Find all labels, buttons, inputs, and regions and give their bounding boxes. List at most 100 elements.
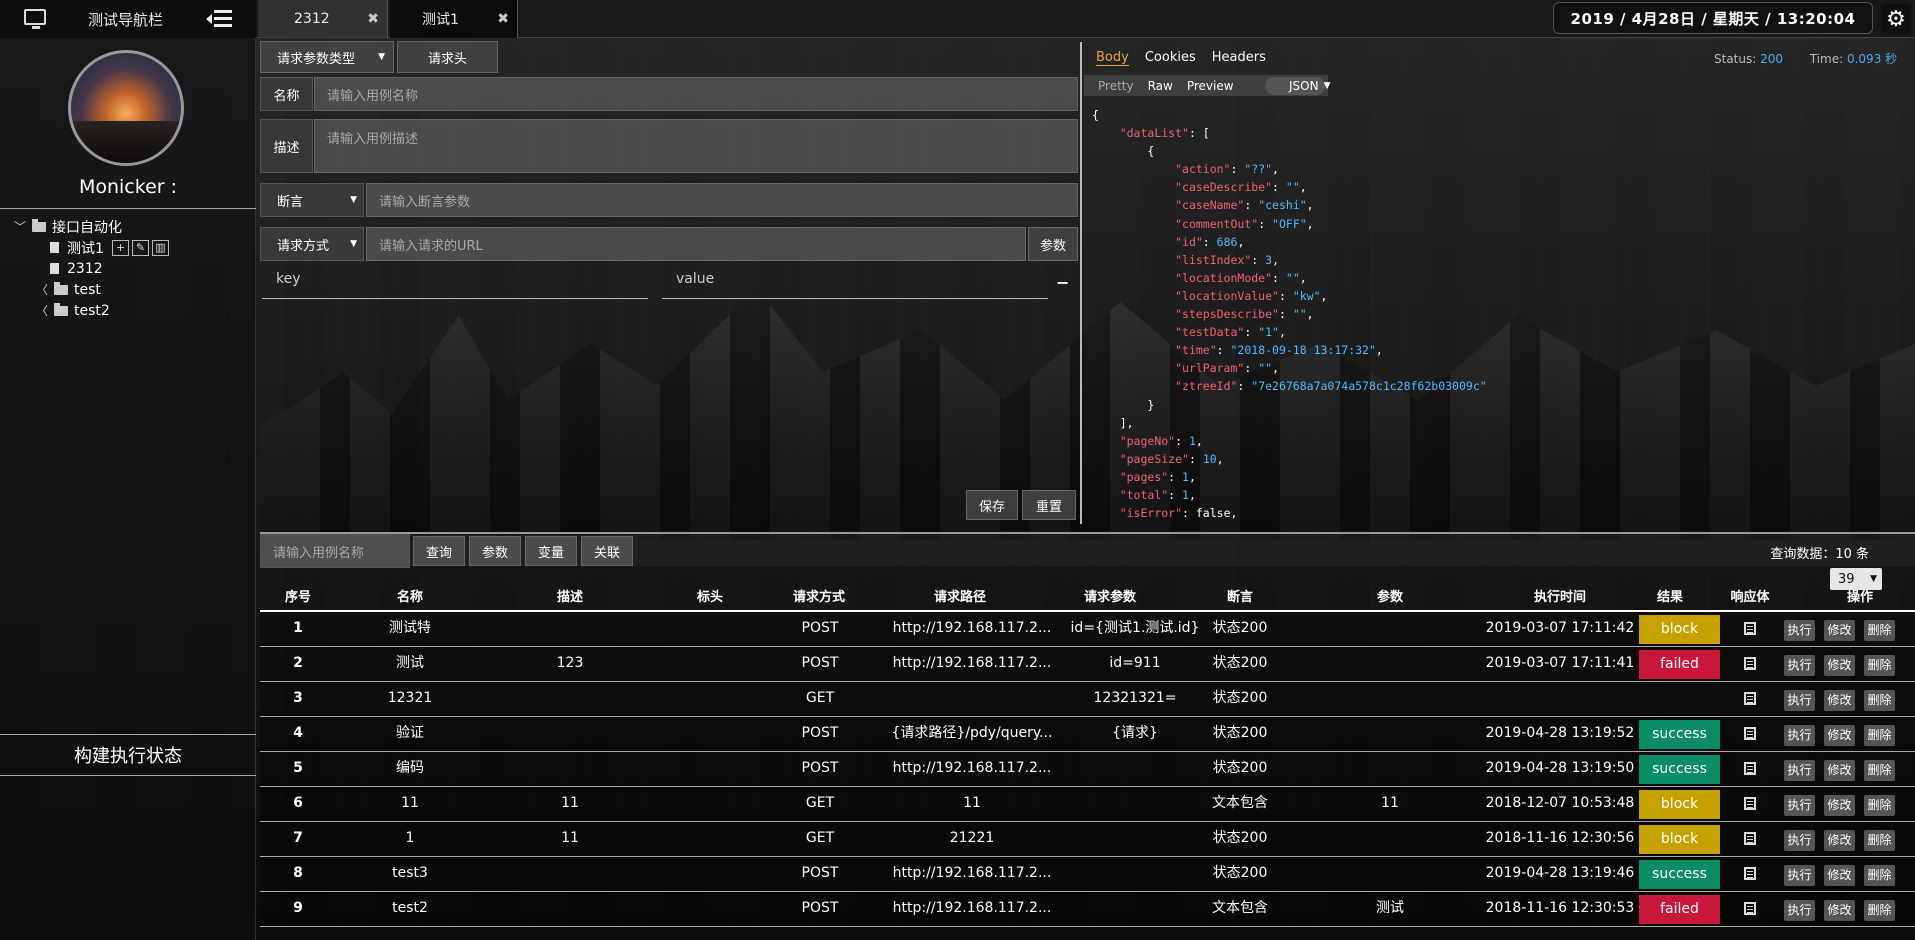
url-field[interactable]: 请输入请求的URL (366, 227, 1026, 261)
case-search-input[interactable]: 请输入用例名称 (260, 534, 410, 568)
remove-param-button[interactable]: − (1056, 273, 1069, 292)
relations-button[interactable]: 关联 (581, 536, 633, 566)
variables-button[interactable]: 变量 (525, 536, 577, 566)
tree-item-test[interactable]: 〈 test (14, 279, 254, 300)
table-row[interactable]: 3 12321 GET 12321321= 状态200 执行 修改 删除 (260, 682, 1915, 717)
gear-icon[interactable]: ⚙ (1881, 4, 1911, 34)
run-button[interactable]: 执行 (1784, 655, 1815, 676)
document-icon[interactable] (1744, 761, 1756, 775)
params-button[interactable]: 参数 (1028, 227, 1078, 261)
table-row[interactable]: 1 测试特 POST http://192.168.117.2... id={测试1.测… (260, 612, 1915, 647)
run-button[interactable]: 执行 (1784, 760, 1815, 781)
table-row[interactable]: 6 11 11 GET 11 文本包含 11 2018-12-07 10:53:48 block… (260, 787, 1915, 822)
header-button[interactable]: 请求头 (397, 41, 498, 73)
view-raw[interactable]: Raw (1148, 79, 1173, 93)
param-type-select[interactable]: 请求参数类型 ▼ (260, 41, 394, 73)
edit-button[interactable]: 修改 (1824, 725, 1855, 746)
response-body-cell[interactable] (1738, 682, 1762, 715)
chevron-left-icon[interactable]: 〈 (36, 302, 50, 319)
run-button[interactable]: 执行 (1784, 620, 1815, 641)
delete-button[interactable]: 删除 (1864, 830, 1895, 851)
save-button[interactable]: 保存 (966, 490, 1018, 520)
delete-button[interactable]: 删除 (1864, 620, 1895, 641)
run-button[interactable]: 执行 (1784, 830, 1815, 851)
edit-button[interactable]: 修改 (1824, 655, 1855, 676)
table-row[interactable]: 2 测试 123 POST http://192.168.117.2... id=911 状… (260, 647, 1915, 682)
view-preview[interactable]: Preview (1187, 79, 1234, 93)
edit-button[interactable]: 修改 (1824, 900, 1855, 921)
table-row[interactable]: 9 test2 POST http://192.168.117.2... 文本包含 测试 2… (260, 892, 1915, 927)
tab-cookies[interactable]: Cookies (1145, 50, 1196, 66)
response-body-cell[interactable] (1738, 892, 1762, 925)
document-icon[interactable] (1744, 901, 1756, 915)
edit-button[interactable]: 修改 (1824, 865, 1855, 886)
delete-icon[interactable]: ▥ (151, 239, 169, 256)
document-icon[interactable] (1744, 691, 1756, 705)
table-row[interactable]: 7 1 11 GET 21221 状态200 2018-11-16 12:30:56 bloc… (260, 822, 1915, 857)
add-icon[interactable]: + (111, 239, 129, 256)
delete-button[interactable]: 删除 (1864, 760, 1895, 781)
assert-field[interactable]: 请输入断言参数 (366, 183, 1078, 217)
collapse-menu-icon[interactable] (206, 7, 234, 31)
delete-button[interactable]: 删除 (1864, 865, 1895, 886)
chevron-left-icon[interactable]: 〈 (36, 281, 50, 298)
assert-select[interactable]: 断言 ▼ (260, 183, 364, 217)
tree-item-test2[interactable]: 〈 test2 (14, 300, 254, 321)
document-icon[interactable] (1744, 621, 1756, 635)
tree-item-api-automation[interactable]: ﹀ 接口自动化 (14, 216, 254, 237)
table-row[interactable]: 8 test3 POST http://192.168.117.2... 状态200 20… (260, 857, 1915, 892)
run-button[interactable]: 执行 (1784, 795, 1815, 816)
edit-button[interactable]: 修改 (1824, 690, 1855, 711)
response-body-cell[interactable] (1738, 717, 1762, 750)
response-body-cell[interactable] (1738, 647, 1762, 680)
edit-button[interactable]: 修改 (1824, 760, 1855, 781)
run-button[interactable]: 执行 (1784, 900, 1815, 921)
view-pretty[interactable]: Pretty (1098, 79, 1134, 93)
run-button[interactable]: 执行 (1784, 690, 1815, 711)
reset-button[interactable]: 重置 (1022, 490, 1076, 520)
path-cell: 11 (963, 795, 981, 811)
delete-button[interactable]: 删除 (1864, 655, 1895, 676)
edit-button[interactable]: 修改 (1824, 830, 1855, 851)
table-row[interactable]: 4 验证 POST {请求路径}/pdy/query... {请求} 状态200 2019-… (260, 717, 1915, 752)
response-body-cell[interactable] (1738, 787, 1762, 820)
edit-icon[interactable]: ✎ (131, 239, 149, 256)
tab-headers[interactable]: Headers (1212, 50, 1266, 66)
method-cell: POST (801, 620, 839, 636)
table-row[interactable]: 5 编码 POST http://192.168.117.2... 状态200 2019-… (260, 752, 1915, 787)
response-body-cell[interactable] (1738, 752, 1762, 785)
desc-field[interactable]: 请输入用例描述 (314, 119, 1078, 173)
close-icon[interactable]: ✖ (367, 11, 379, 27)
tab-body[interactable]: Body (1096, 50, 1129, 66)
edit-button[interactable]: 修改 (1824, 795, 1855, 816)
chevron-down-icon[interactable]: ﹀ (14, 218, 28, 235)
params-list-button[interactable]: 参数 (469, 536, 521, 566)
delete-button[interactable]: 删除 (1864, 900, 1895, 921)
edit-button[interactable]: 修改 (1824, 620, 1855, 641)
delete-button[interactable]: 删除 (1864, 725, 1895, 746)
response-body-cell[interactable] (1738, 612, 1762, 645)
tab-2312[interactable]: 2312 ✖ (258, 0, 388, 38)
run-button[interactable]: 执行 (1784, 725, 1815, 746)
document-icon[interactable] (1744, 656, 1756, 670)
format-select[interactable]: JSON ▼ (1265, 77, 1331, 95)
tree-item-test1[interactable]: 测试1 + ✎ ▥ (14, 237, 254, 258)
document-icon[interactable] (1744, 796, 1756, 810)
delete-button[interactable]: 删除 (1864, 690, 1895, 711)
response-body-cell[interactable] (1738, 822, 1762, 855)
method-select[interactable]: 请求方式 ▼ (260, 227, 364, 261)
tab-test1[interactable]: 测试1 ✖ (390, 0, 518, 38)
run-button[interactable]: 执行 (1784, 865, 1815, 886)
key-input[interactable]: key (262, 271, 648, 299)
query-button[interactable]: 查询 (413, 536, 465, 566)
document-icon[interactable] (1744, 726, 1756, 740)
build-status-panel[interactable]: 构建执行状态 (0, 734, 256, 776)
value-input[interactable]: value (662, 271, 1048, 299)
tree-item-2312[interactable]: 2312 (14, 258, 254, 279)
close-icon[interactable]: ✖ (497, 11, 509, 27)
document-icon[interactable] (1744, 866, 1756, 880)
response-body-cell[interactable] (1738, 857, 1762, 890)
document-icon[interactable] (1744, 831, 1756, 845)
name-field[interactable]: 请输入用例名称 (314, 77, 1078, 111)
delete-button[interactable]: 删除 (1864, 795, 1895, 816)
